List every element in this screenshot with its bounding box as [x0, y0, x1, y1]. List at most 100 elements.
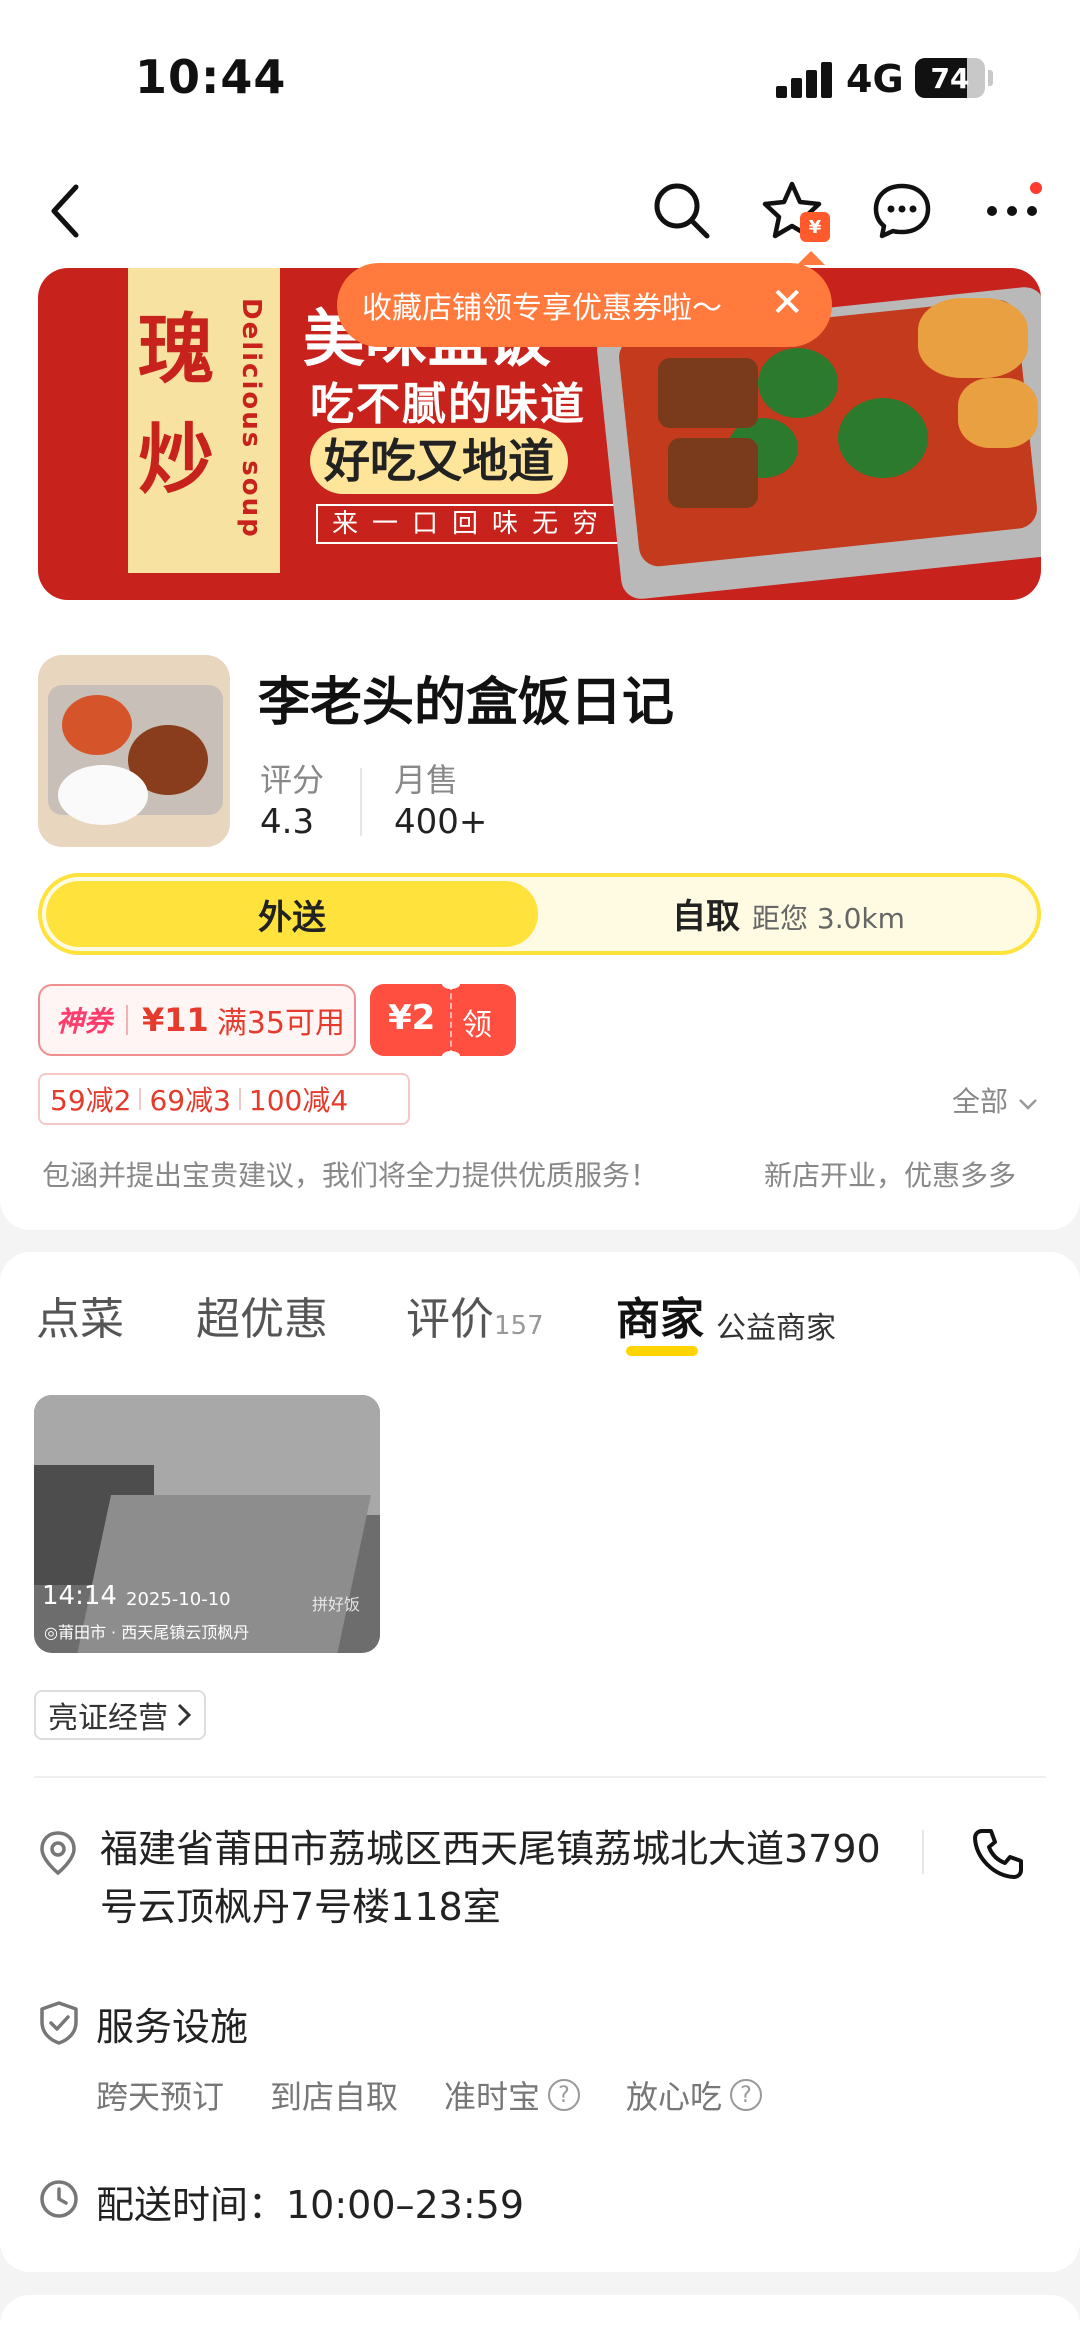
services-title: 服务设施 — [96, 2005, 249, 2049]
favorite-tooltip[interactable]: 收藏店铺领专享优惠券啦～ ✕ — [337, 251, 832, 347]
store-promo-notice: 新店开业，优惠多多 — [764, 1159, 1017, 1192]
banner-char-1: 瑰 — [138, 305, 214, 394]
meat-piece — [658, 358, 758, 428]
notification-dot — [1030, 182, 1042, 194]
license-label: 亮证经营 — [48, 1701, 168, 1736]
help-icon[interactable]: ? — [548, 2079, 581, 2111]
god-coupon[interactable]: 神券 ¥11 满35可用 — [38, 984, 356, 1056]
discount-tag: 59减2 — [50, 1084, 132, 1117]
broccoli — [758, 348, 838, 418]
delivery-hours: 配送时间：10:00–23:59 — [96, 2183, 525, 2227]
store-coupon[interactable]: ¥2 领 — [370, 979, 516, 1061]
watermark-date: 2025-10-10 — [126, 1589, 231, 1610]
service-tag: 跨天预订 — [96, 2072, 224, 2118]
tag-separator — [139, 1088, 142, 1110]
service-tag: 到店自取 — [270, 2072, 398, 2118]
watermark-brand: 拼好饭 — [312, 1595, 361, 1614]
coupon-separator — [126, 1005, 129, 1035]
service-tag[interactable]: 准时宝? — [444, 2072, 581, 2118]
tooltip-close-icon[interactable]: ✕ — [770, 279, 804, 327]
charity-merchant-label: 公益商家 — [716, 1311, 836, 1346]
god-coupon-amount: ¥11 — [142, 1001, 209, 1039]
discount-tag: 100减4 — [248, 1084, 349, 1117]
favorite-coupon-badge: ¥ — [800, 212, 830, 242]
discount-tags[interactable]: 59减2 69减3 100减4 — [38, 1073, 410, 1125]
store-name: 李老头的盒饭日记 — [258, 673, 675, 733]
tab-reviews[interactable]: 评价157 — [406, 1283, 544, 1347]
tab-merchant[interactable]: 商家 — [616, 1283, 704, 1347]
battery-percent: 74 — [930, 61, 970, 95]
kitchen-photo[interactable]: 14:14 2025-10-10 ◎莆田市 · 西天尾镇云顶枫丹 拼好饭 — [34, 1395, 380, 1653]
store-address[interactable]: 福建省莆田市荔城区西天尾镇荔城北大道3790号云顶枫丹7号楼118室 — [100, 1820, 900, 1936]
logo-rice — [58, 765, 148, 825]
tab-label: 超优惠 — [196, 1294, 328, 1345]
god-coupon-condition: 满35可用 — [216, 1006, 345, 1041]
status-time: 10:44 — [135, 50, 287, 104]
phone-icon[interactable] — [970, 1826, 1026, 1886]
delivery-option[interactable]: 外送 — [46, 881, 538, 947]
rating-label: 评分 — [260, 761, 325, 799]
coupon-notch — [442, 1051, 460, 1061]
chat-bubble-icon[interactable] — [866, 175, 938, 247]
coupon-notch — [442, 979, 460, 989]
all-offers-label: 全部 — [952, 1085, 1009, 1118]
egg-piece — [958, 378, 1038, 448]
clock-icon — [38, 2178, 80, 2224]
delivery-mode-toggle: 外送 自取 距您 3.0km — [38, 873, 1041, 955]
monthly-sales-value: 400+ — [394, 802, 488, 842]
pickup-option[interactable]: 自取 — [672, 889, 740, 938]
signal-icon — [776, 62, 836, 98]
tab-order[interactable]: 点菜 — [36, 1283, 124, 1347]
status-bar: 10:44 4G 74 — [0, 0, 1080, 150]
service-tag[interactable]: 放心吃? — [626, 2072, 763, 2118]
license-button[interactable]: 亮证经营 — [34, 1690, 206, 1740]
tab-deals[interactable]: 超优惠 — [196, 1283, 328, 1347]
banner-slogan: 吃不腻的味道 — [310, 379, 586, 430]
all-offers-link[interactable]: 全部 — [952, 1080, 1039, 1120]
chevron-down-icon — [1019, 1099, 1037, 1110]
store-coupon-amount: ¥2 — [388, 998, 436, 1038]
rating-value: 4.3 — [260, 802, 315, 842]
tag-separator — [238, 1088, 241, 1110]
broccoli — [838, 398, 928, 478]
search-icon[interactable] — [646, 175, 718, 247]
banner-char-2: 炒 — [138, 415, 214, 504]
tab-label: 评价 — [406, 1294, 494, 1345]
discount-tag: 69减3 — [149, 1084, 231, 1117]
battery-tip — [988, 70, 993, 86]
banner-subline: 来一口回味无穷 — [316, 504, 628, 544]
service-tag-label: 到店自取 — [270, 2078, 399, 2116]
back-arrow-icon[interactable] — [30, 175, 102, 247]
pickup-distance: 距您 3.0km — [752, 902, 905, 935]
address-divider — [922, 1830, 924, 1874]
shield-check-icon — [38, 2000, 80, 2050]
nav-header — [0, 150, 1080, 270]
store-notice: 包涵并提出宝贵建议，我们将全力提供优质服务！ — [42, 1159, 659, 1192]
tab-label: 点菜 — [36, 1294, 124, 1345]
egg-piece — [918, 298, 1028, 378]
service-tag-label: 放心吃 — [626, 2078, 723, 2116]
meat-piece — [668, 438, 758, 508]
tooltip-text: 收藏店铺领专享优惠券啦～ — [362, 291, 722, 326]
network-type: 4G — [846, 57, 904, 101]
store-logo — [38, 655, 230, 847]
monthly-sales-label: 月售 — [394, 761, 459, 799]
battery-icon: 74 — [915, 58, 985, 98]
service-tag-label: 准时宝 — [444, 2078, 541, 2116]
location-pin-icon — [38, 1830, 78, 1880]
service-tag-label: 跨天预订 — [96, 2078, 225, 2116]
stat-divider — [360, 768, 362, 836]
claim-coupon-button[interactable]: 领 — [462, 1000, 492, 1044]
banner-vertical-text: Delicious soup — [236, 298, 266, 539]
tab-label: 商家 — [616, 1294, 704, 1345]
watermark-time: 14:14 — [42, 1581, 117, 1611]
next-card — [0, 2295, 1080, 2341]
chevron-right-icon — [177, 1703, 192, 1727]
tooltip-arrow — [797, 251, 825, 265]
review-count: 157 — [494, 1311, 544, 1341]
watermark-location: ◎莆田市 · 西天尾镇云顶枫丹 — [44, 1623, 250, 1642]
logo-food — [62, 695, 132, 755]
active-tab-indicator — [626, 1346, 698, 1356]
banner-tagline: 好吃又地道 — [310, 428, 568, 494]
help-icon[interactable]: ? — [730, 2079, 763, 2111]
